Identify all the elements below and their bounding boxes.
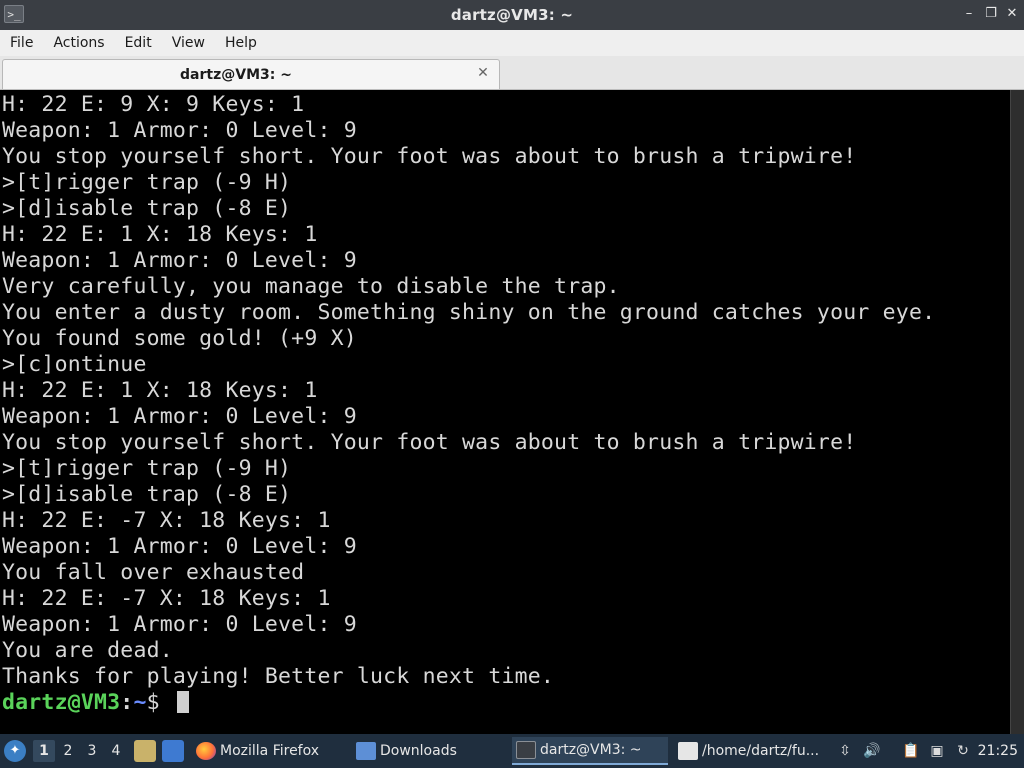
text-cursor <box>176 691 189 713</box>
prompt-separator: : <box>120 690 134 715</box>
restore-icon[interactable]: ❐ <box>984 6 998 22</box>
folder-icon <box>356 742 376 760</box>
menu-help[interactable]: Help <box>219 35 263 51</box>
clock[interactable]: 21:25 <box>978 743 1018 759</box>
terminal-line: >[c]ontinue <box>2 352 147 377</box>
terminal-line: H: 22 E: 1 X: 18 Keys: 1 <box>2 378 318 403</box>
terminal-line: >[t]rigger trap (-9 H) <box>2 456 292 481</box>
task-label: Downloads <box>380 743 457 759</box>
task-label: /home/dartz/fu... <box>702 743 820 759</box>
workspace-4[interactable]: 4 <box>105 740 127 762</box>
terminal-line: >[d]isable trap (-8 E) <box>2 196 292 221</box>
terminal-line: Thanks for playing! Better luck next tim… <box>2 664 555 689</box>
start-menu-icon[interactable]: ✦ <box>4 740 26 762</box>
show-desktop-icon[interactable] <box>162 740 184 762</box>
task-firefox[interactable]: Mozilla Firefox <box>192 737 346 765</box>
volume-icon[interactable]: 🔊 <box>863 742 881 760</box>
terminal-line: Very carefully, you manage to disable th… <box>2 274 620 299</box>
task-downloads[interactable]: Downloads <box>352 737 506 765</box>
terminal-line: H: 22 E: -7 X: 18 Keys: 1 <box>2 508 331 533</box>
terminal-line: Weapon: 1 Armor: 0 Level: 9 <box>2 404 357 429</box>
tab-label: dartz@VM3: ~ <box>180 67 292 83</box>
task-terminal[interactable]: dartz@VM3: ~ <box>512 737 668 765</box>
terminal-icon <box>516 741 536 759</box>
terminal-line: You stop yourself short. Your foot was a… <box>2 430 857 455</box>
close-icon[interactable]: ✕ <box>1005 6 1019 22</box>
terminal-line: H: 22 E: 1 X: 18 Keys: 1 <box>2 222 318 247</box>
terminal-line: Weapon: 1 Armor: 0 Level: 9 <box>2 248 357 273</box>
terminal-line: Weapon: 1 Armor: 0 Level: 9 <box>2 612 357 637</box>
firefox-icon <box>196 742 216 760</box>
shell-prompt[interactable]: dartz@VM3:~$ <box>2 690 1010 716</box>
task-label: dartz@VM3: ~ <box>540 742 642 758</box>
scroll-indicator-icon[interactable]: ⇳ <box>836 742 854 760</box>
menu-edit[interactable]: Edit <box>119 35 158 51</box>
close-icon[interactable]: ✕ <box>475 65 491 81</box>
file-manager-icon[interactable] <box>134 740 156 762</box>
terminal-line: H: 22 E: 9 X: 9 Keys: 1 <box>2 92 305 117</box>
menu-actions[interactable]: Actions <box>47 35 110 51</box>
clipboard-icon[interactable]: 📋 <box>902 742 920 760</box>
text-editor-icon <box>678 742 698 760</box>
window-titlebar[interactable]: >_ dartz@VM3: ~ – ❐ ✕ <box>0 0 1024 30</box>
tab-strip: dartz@VM3: ~ ✕ <box>0 56 1024 90</box>
terminal-line: H: 22 E: -7 X: 18 Keys: 1 <box>2 586 331 611</box>
tab-terminal[interactable]: dartz@VM3: ~ ✕ <box>2 59 500 89</box>
workspace-1[interactable]: 1 <box>33 740 55 762</box>
terminal-line: You found some gold! (+9 X) <box>2 326 357 351</box>
prompt-path: ~ <box>133 690 147 715</box>
workspace-3[interactable]: 3 <box>81 740 103 762</box>
terminal-output[interactable]: H: 22 E: 9 X: 9 Keys: 1 Weapon: 1 Armor:… <box>0 90 1010 734</box>
prompt-symbol: $ <box>146 690 173 715</box>
menu-bar: File Actions Edit View Help <box>0 30 1024 56</box>
prompt-user-host: dartz@VM3 <box>2 690 121 715</box>
menu-view[interactable]: View <box>166 35 211 51</box>
update-icon[interactable]: ↻ <box>954 742 972 760</box>
task-label: Mozilla Firefox <box>220 743 320 759</box>
workspace-2[interactable]: 2 <box>57 740 79 762</box>
network-icon[interactable]: ▣ <box>928 742 946 760</box>
taskbar: ✦ 1 2 3 4 Mozilla Firefox Downloads dart… <box>0 734 1024 768</box>
terminal-line: >[d]isable trap (-8 E) <box>2 482 292 507</box>
window-title: dartz@VM3: ~ <box>450 6 574 24</box>
terminal-line: Weapon: 1 Armor: 0 Level: 9 <box>2 118 357 143</box>
terminal-line: You are dead. <box>2 638 173 663</box>
terminal-line: You stop yourself short. Your foot was a… <box>2 144 857 169</box>
terminal-line: Weapon: 1 Armor: 0 Level: 9 <box>2 534 357 559</box>
terminal-line: You fall over exhausted <box>2 560 305 585</box>
terminal-scrollbar[interactable] <box>1010 90 1024 734</box>
menu-file[interactable]: File <box>4 35 39 51</box>
terminal-line: >[t]rigger trap (-9 H) <box>2 170 292 195</box>
minimize-icon[interactable]: – <box>962 6 976 22</box>
terminal-line: You enter a dusty room. Something shiny … <box>2 300 936 325</box>
task-text-editor[interactable]: /home/dartz/fu... <box>674 737 828 765</box>
